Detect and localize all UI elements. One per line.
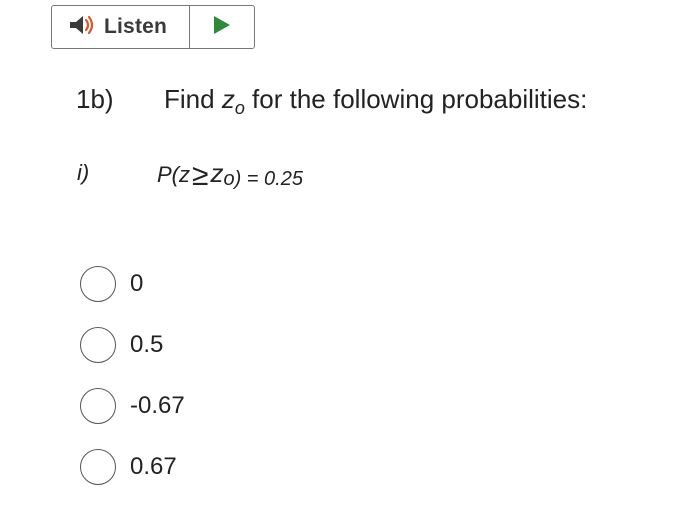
answer-option[interactable]: -0.67	[80, 386, 185, 426]
question-variable: z	[221, 84, 235, 114]
radio-button[interactable]	[80, 449, 116, 485]
subpart-label: i)	[77, 160, 90, 185]
option-label: -0.67	[130, 392, 185, 419]
question-text-suffix: for the following probabilities:	[244, 84, 588, 114]
listen-label: Listen	[104, 15, 168, 38]
question-variable-subscript: o	[234, 98, 245, 118]
radio-button[interactable]	[80, 266, 116, 302]
option-label: 0	[130, 270, 144, 297]
question-text: Find zo for the following probabilities:	[164, 84, 587, 119]
answer-option[interactable]: 0.5	[80, 325, 185, 365]
answer-option[interactable]: 0	[80, 264, 185, 304]
answer-options: 0 0.5 -0.67 0.67	[80, 264, 185, 508]
expression-left: P(z	[157, 162, 190, 187]
option-label: 0.67	[130, 453, 177, 480]
probability-expression: P(z≥zo) = 0.25	[157, 158, 303, 193]
option-label: 0.5	[130, 331, 164, 358]
question-text-prefix: Find	[164, 84, 222, 114]
play-icon	[212, 14, 232, 41]
answer-option[interactable]: 0.67	[80, 447, 185, 487]
geq-symbol: ≥	[192, 159, 209, 192]
radio-button[interactable]	[80, 327, 116, 363]
speaker-icon	[68, 14, 98, 41]
expression-right: o) = 0.25	[223, 168, 303, 190]
listen-button[interactable]: Listen	[51, 5, 255, 49]
play-button[interactable]	[190, 6, 254, 48]
listen-main-button[interactable]: Listen	[52, 6, 190, 48]
radio-button[interactable]	[80, 388, 116, 424]
expression-variable: z	[210, 158, 224, 188]
question-number: 1b)	[76, 84, 114, 114]
